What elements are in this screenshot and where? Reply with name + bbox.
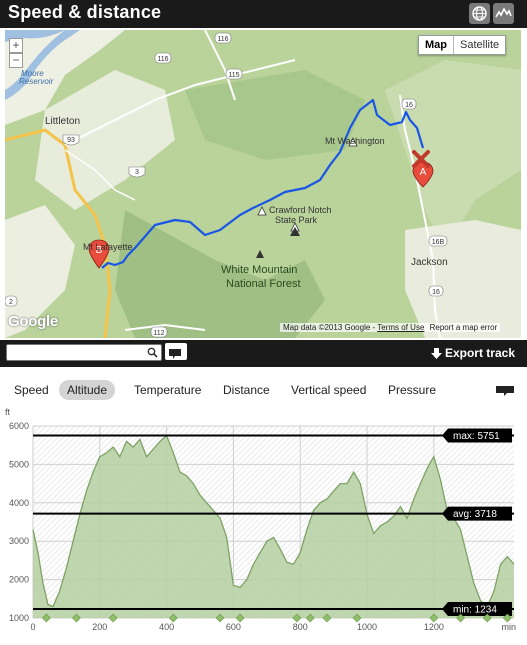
svg-text:16: 16 [405,102,413,109]
y-tick-label: 4000 [9,498,29,508]
svg-text:93: 93 [67,137,75,144]
map-canvas[interactable]: A B Moore Reservoir Littleton Mt Washing… [5,30,521,338]
tab-distance[interactable]: Distance [215,380,278,400]
google-logo[interactable]: Google [8,313,58,330]
search-input[interactable] [6,344,162,361]
report-error-link[interactable]: Report a map error [430,323,498,332]
svg-text:3: 3 [135,169,139,176]
x-tick-label: 0 [30,622,35,632]
altitude-chart-svg[interactable]: max: 5751avg: 3718min: 1234 100020003000… [0,404,527,640]
map-toolbar: Export track [0,340,527,367]
x-tick-label: 400 [159,622,174,632]
terms-link[interactable]: Terms of Use [377,323,424,332]
x-tick-label: 1000 [357,622,377,632]
search-icon[interactable] [147,347,158,358]
svg-text:A: A [420,167,427,178]
globe-icon [472,6,487,21]
map-label-wmnf-2: National Forest [226,278,301,290]
x-tick-label: 600 [226,622,241,632]
y-tick-label: 6000 [9,421,29,431]
page-title: Speed & distance [8,2,162,22]
tab-temperature[interactable]: Temperature [126,380,209,400]
tab-altitude[interactable]: Altitude [59,380,116,400]
x-tick-label: 1200 [424,622,444,632]
tab-vertical-speed[interactable]: Vertical speed [283,380,374,400]
svg-text:116: 116 [157,56,168,63]
zoom-out-button[interactable]: − [9,53,23,68]
tab-pressure[interactable]: Pressure [380,380,444,400]
svg-text:16B: 16B [432,239,445,246]
svg-text:115: 115 [228,72,239,79]
map-label-crawford: Crawford Notch [269,205,332,215]
elevation-profile-icon [495,7,512,18]
svg-text:116: 116 [217,36,228,43]
map-type-control: Map Satellite [418,35,507,55]
map-type-satellite-button[interactable]: Satellite [454,36,506,54]
svg-text:16: 16 [432,289,440,296]
map-label-jackson: Jackson [411,257,448,268]
export-track-button[interactable]: Export track [430,346,515,360]
chart-menu-icon[interactable] [495,385,515,397]
map-label-littleton: Littleton [45,116,80,127]
export-track-label: Export track [444,346,515,360]
title-bar: Speed & distance [0,0,527,28]
elevation-profile-button[interactable] [493,3,514,24]
stat-label-avg: avg: 3718 [453,509,497,520]
svg-text:112: 112 [153,330,164,337]
x-axis-unit: min [501,622,516,632]
map-type-map-button[interactable]: Map [419,36,454,54]
svg-text:2: 2 [9,299,13,306]
map-label-wmnf-1: White Mountain [221,264,297,276]
y-tick-label: 1000 [9,613,29,623]
map-label-reservoir: Reservoir [19,77,54,86]
map-label-mt-lafayette: Mt Lafayette [83,242,133,252]
map-data-text: Map data ©2013 Google [283,323,371,332]
marker-dropdown-icon [169,349,181,359]
tab-speed[interactable]: Speed [6,380,57,400]
y-tick-label: 3000 [9,536,29,546]
altitude-chart[interactable]: max: 5751 avg: 3718 min: 1234 1000 2000 3000… [0,404,527,640]
y-tick-label: 5000 [9,459,29,469]
x-tick-label: 800 [293,622,308,632]
stat-label-min: min: 1234 [453,605,497,616]
map[interactable]: A B Moore Reservoir Littleton Mt Washing… [5,30,521,338]
marker-dropdown[interactable] [165,343,187,360]
download-arrow-icon [430,348,442,359]
globe-button[interactable] [469,3,490,24]
map-label-mt-washington: Mt Washington [325,136,385,146]
metric-tabs: Speed Altitude Temperature Distance Vert… [0,378,527,402]
x-tick-label: 200 [92,622,107,632]
y-axis-unit: ft [5,407,11,417]
y-tick-label: 2000 [9,575,29,585]
zoom-control: + − [9,38,23,70]
map-label-state-park: State Park [275,215,318,225]
map-attribution: Map data ©2013 Google - Terms of Use Rep… [280,323,501,332]
stat-label-max: max: 5751 [453,431,500,442]
zoom-in-button[interactable]: + [9,38,23,53]
